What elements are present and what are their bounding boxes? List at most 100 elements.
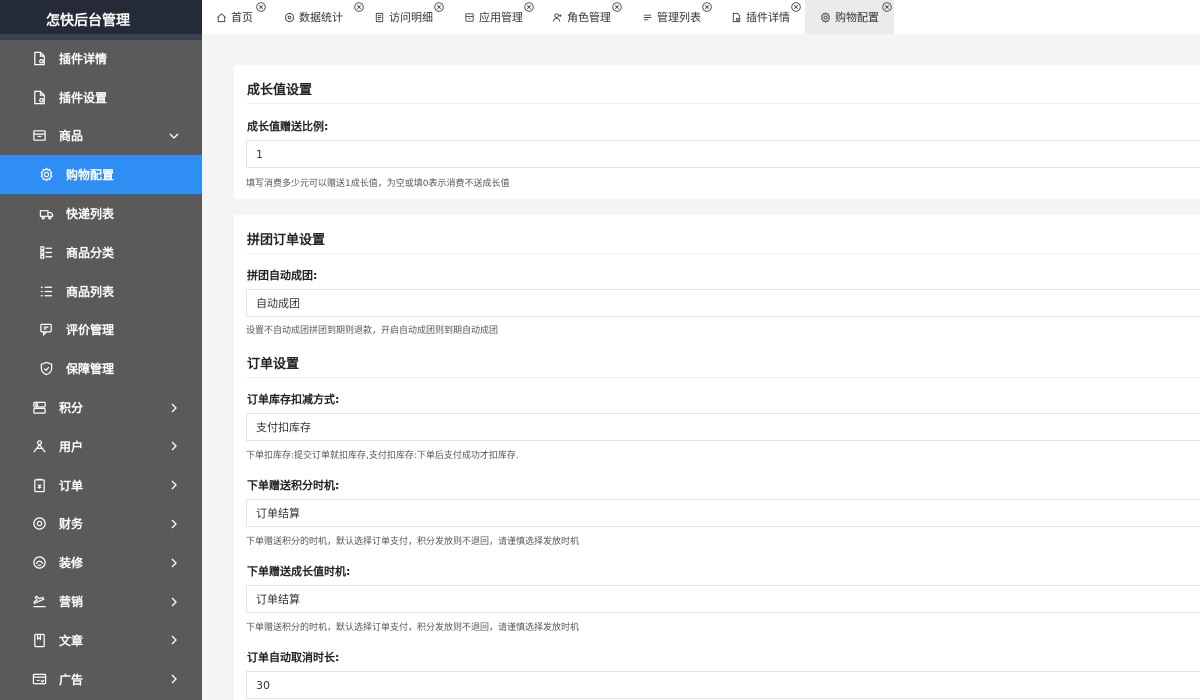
cancel-duration-value: 30 [256, 678, 270, 692]
growth-timing-select[interactable]: 订单结算 [246, 585, 1200, 613]
main-content: 成长值设置 成长值赠送比例: 1 填写消费多少元可以赠送1成长值，为空或填0表示… [202, 34, 1200, 700]
chevron-down-icon [168, 130, 180, 142]
sidebar-item-label: 用户 [59, 439, 84, 454]
chevron-right-icon [168, 479, 180, 491]
sidebar-item-label: 插件设置 [59, 90, 108, 105]
growth-timing-label: 下单赠送成长值时机: [247, 565, 351, 578]
stock-deduct-help: 下单扣库存:提交订单就扣库存,支付扣库存:下单后支付成功才扣库存. [246, 451, 519, 461]
tab-shopping-config[interactable]: 购物配置 [805, 0, 894, 34]
chevron-right-icon [168, 596, 180, 608]
sidebar-item-guarantee-manage[interactable]: 保障管理 [0, 349, 202, 388]
growth-ratio-help: 填写消费多少元可以赠送1成长值，为空或填0表示消费不送成长值 [246, 179, 510, 189]
file-icon [731, 12, 742, 23]
close-icon[interactable] [354, 2, 364, 12]
sidebar-item-order[interactable]: 订单 [0, 466, 202, 505]
sidebar-item-label: 插件详情 [59, 51, 108, 66]
tab-label: 管理列表 [657, 11, 701, 24]
sidebar-item-goods-category[interactable]: 商品分类 [0, 233, 202, 272]
sidebar-item-label: 商品分类 [66, 245, 115, 260]
chevron-right-icon [168, 634, 180, 646]
sidebar-item-plugin-detail[interactable]: 插件详情 [0, 39, 202, 78]
sidebar-item-shopping-config[interactable]: 购物配置 [0, 155, 202, 195]
close-icon[interactable] [791, 2, 801, 12]
order-icon [32, 478, 47, 493]
sidebar-item-review-manage[interactable]: 评价管理 [0, 311, 202, 350]
tab-role-manage[interactable]: 角色管理 [552, 0, 622, 34]
sidebar-item-goods-list[interactable]: 商品列表 [0, 272, 202, 311]
stock-deduct-label: 订单库存扣减方式: [247, 393, 340, 406]
gear-icon [39, 167, 54, 182]
sidebar-item-label: 评价管理 [66, 323, 115, 338]
gear-icon [820, 11, 831, 23]
group-auto-value: 自动成团 [256, 297, 300, 310]
chart-icon [284, 12, 295, 23]
tab-bar: 首页 数据统计 访问明细 应用管理 角色管理 管理列表 插件详情 购物配置 [202, 0, 1200, 34]
tab-data-statistics[interactable]: 数据统计 [284, 0, 364, 34]
tab-app-manage[interactable]: 应用管理 [464, 0, 534, 34]
sidebar-item-label: 文章 [59, 633, 84, 648]
marketing-icon [32, 594, 47, 609]
tab-access-detail[interactable]: 访问明细 [374, 0, 444, 34]
tab-label: 数据统计 [299, 11, 343, 24]
tab-manage-list[interactable]: 管理列表 [642, 0, 712, 34]
tab-label: 应用管理 [479, 11, 523, 24]
stock-deduct-select[interactable]: 支付扣库存 [246, 413, 1200, 441]
growth-settings-card: 成长值设置 成长值赠送比例: 1 填写消费多少元可以赠送1成长值，为空或填0表示… [234, 65, 1200, 199]
order-settings-card: 拼团订单设置 拼团自动成团: 自动成团 设置不自动成团拼团到期则退款，开启自动成… [234, 215, 1200, 700]
sidebar-item-article[interactable]: 文章 [0, 621, 202, 660]
growth-timing-help: 下单赠送积分的时机，默认选择订单支付，积分发放则不退回，请谨慎选择发放时机 [246, 623, 580, 633]
close-icon[interactable] [256, 2, 266, 12]
tab-plugin-detail[interactable]: 插件详情 [731, 0, 801, 34]
points-timing-help: 下单赠送积分的时机，默认选择订单支付，积分发放则不退回，请谨慎选择发放时机 [246, 537, 580, 547]
sidebar-item-goods[interactable]: 商品 [0, 117, 202, 156]
sidebar-item-label: 快递列表 [66, 207, 115, 222]
sidebar-item-plugin-settings[interactable]: 插件设置 [0, 78, 202, 117]
sidebar-item-finance[interactable]: 财务 [0, 505, 202, 544]
truck-icon [39, 206, 54, 221]
growth-ratio-input[interactable]: 1 [246, 140, 1200, 168]
points-timing-label: 下单赠送积分时机: [247, 479, 340, 492]
document-icon [374, 12, 385, 23]
group-auto-select[interactable]: 自动成团 [246, 289, 1200, 317]
sidebar-item-label: 广告 [59, 672, 84, 687]
tab-home[interactable]: 首页 [216, 0, 266, 34]
category-icon [39, 245, 54, 260]
sidebar-item-user[interactable]: 用户 [0, 427, 202, 466]
finance-icon [32, 516, 47, 531]
shield-icon [39, 361, 54, 376]
sidebar-item-decoration[interactable]: 装修 [0, 543, 202, 582]
decorate-icon [32, 555, 47, 570]
home-icon [216, 12, 227, 23]
sidebar-item-marketing[interactable]: 营销 [0, 582, 202, 621]
section-title-growth: 成长值设置 [247, 83, 313, 98]
cancel-duration-input[interactable]: 30 [246, 671, 1200, 699]
close-icon[interactable] [702, 2, 712, 12]
app-icon [464, 12, 475, 23]
section-title-group: 拼团订单设置 [247, 233, 326, 248]
close-icon[interactable] [612, 2, 622, 12]
points-timing-value: 订单结算 [256, 507, 300, 520]
article-icon [32, 633, 47, 648]
user-icon [32, 439, 47, 454]
growth-ratio-label: 成长值赠送比例: [247, 120, 329, 133]
growth-ratio-value: 1 [256, 147, 263, 161]
section-divider [247, 377, 1200, 378]
close-icon[interactable] [524, 2, 534, 12]
sidebar-item-label: 装修 [59, 556, 84, 571]
sidebar-item-label: 积分 [59, 401, 84, 416]
ad-icon [32, 672, 47, 687]
sidebar-item-points[interactable]: 积分 [0, 388, 202, 427]
sidebar-item-express-list[interactable]: 快递列表 [0, 194, 202, 233]
sidebar-item-label: 营销 [59, 595, 84, 610]
app-logo: 怎快后台管理 [0, 0, 202, 40]
tab-label: 访问明细 [389, 11, 433, 24]
chevron-right-icon [168, 557, 180, 569]
close-icon[interactable] [882, 2, 892, 12]
points-timing-select[interactable]: 订单结算 [246, 499, 1200, 527]
sidebar-item-ad[interactable]: 广告 [0, 660, 202, 699]
sidebar-item-label: 商品 [59, 129, 84, 144]
list-icon [642, 12, 653, 23]
sidebar-item-label: 商品列表 [66, 284, 115, 299]
sidebar-item-label: 保障管理 [66, 362, 115, 377]
close-icon[interactable] [434, 2, 444, 12]
